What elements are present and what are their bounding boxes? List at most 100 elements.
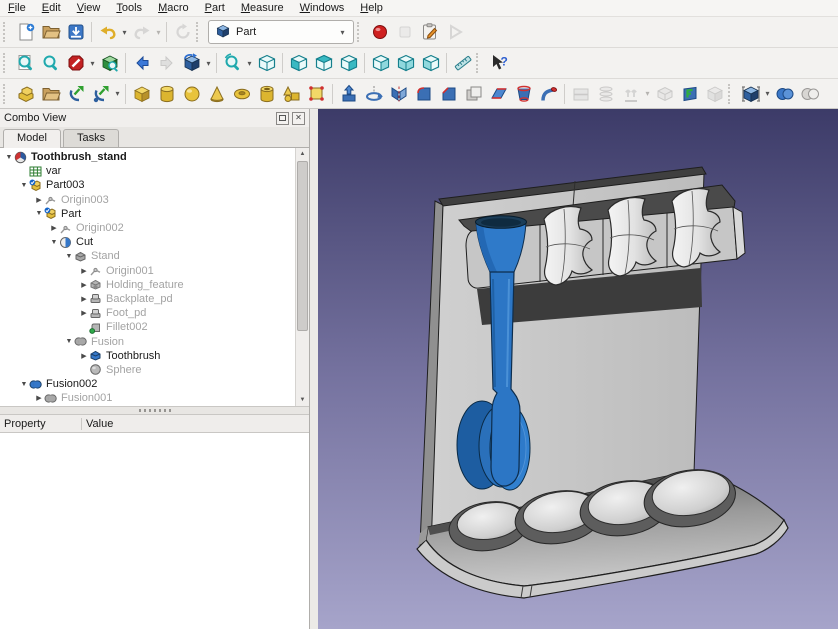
toolbar-drag-handle[interactable] [476,53,483,73]
menu-part[interactable]: Part [197,2,233,14]
view-left-button[interactable] [418,50,443,76]
prim-box-button[interactable] [129,81,154,107]
view-front-button[interactable] [286,50,311,76]
expander-icon[interactable]: ▼ [64,253,74,260]
toolbar-drag-handle[interactable] [196,22,203,42]
view-top-button[interactable] [311,50,336,76]
tree-item-part003[interactable]: ▼Part003 [0,178,296,192]
expander-icon[interactable]: ▶ [34,394,44,402]
chevron-down-icon[interactable]: ▾ [204,59,213,68]
chevron-down-icon[interactable]: ▾ [120,28,129,37]
tree-item-origin001[interactable]: ▶Origin001 [0,264,296,278]
boolean-cut-button[interactable] [797,81,822,107]
chevron-down-icon[interactable]: ▾ [88,59,97,68]
create-group-button[interactable] [38,81,63,107]
close-panel-button[interactable]: ✕ [292,112,305,125]
whats-this-button[interactable]: ? [486,50,511,76]
tree-item-backplate_pd[interactable]: ▶Backplate_pd [0,292,296,306]
panel-view-splitter[interactable] [310,109,318,629]
revolve-button[interactable] [361,81,386,107]
toolbar-drag-handle[interactable] [3,53,10,73]
expander-icon[interactable]: ▶ [79,295,89,303]
view-fit-selection-button[interactable] [38,50,63,76]
toolbar-drag-handle[interactable] [3,84,10,104]
tree-item-toothbrush[interactable]: ▶Toothbrush [0,349,296,363]
view-fit-all-button[interactable] [13,50,38,76]
property-column-header[interactable]: Property [0,418,82,430]
toolbar-drag-handle[interactable] [3,22,10,42]
nav-back-button[interactable] [129,50,154,76]
tree-item-fusion002[interactable]: ▼Fusion002 [0,377,296,391]
menu-view[interactable]: View [69,2,109,14]
tab-tasks[interactable]: Tasks [63,129,119,147]
menu-measure[interactable]: Measure [233,2,292,14]
3d-viewport[interactable] [318,109,838,629]
fillet-button[interactable] [411,81,436,107]
prim-sphere-button[interactable] [179,81,204,107]
prim-cylinder-button[interactable] [154,81,179,107]
view-right-button[interactable] [336,50,361,76]
undo-button[interactable] [95,19,120,45]
expander-icon[interactable]: ▼ [4,154,14,161]
float-panel-button[interactable] [276,112,289,125]
make-face-button[interactable] [461,81,486,107]
expander-icon[interactable]: ▶ [79,267,89,275]
ruled-surface-button[interactable] [486,81,511,107]
tree-item-stand[interactable]: ▼Stand [0,249,296,263]
view-zoom-button[interactable] [220,50,245,76]
tab-model[interactable]: Model [3,129,61,148]
tree-item-cut[interactable]: ▼Cut [0,235,296,249]
menu-file[interactable]: File [0,2,34,14]
chevron-down-icon[interactable]: ▾ [113,89,122,98]
expander-icon[interactable]: ▼ [19,381,29,388]
chevron-down-icon[interactable]: ▾ [245,59,254,68]
expander-icon[interactable]: ▶ [49,224,59,232]
project-on-surface-button[interactable] [677,81,702,107]
expander-icon[interactable]: ▶ [34,196,44,204]
scroll-up-icon[interactable]: ▲ [296,148,309,160]
box-selection-button[interactable] [97,50,122,76]
prim-tube-button[interactable] [254,81,279,107]
view-bottom-button[interactable] [393,50,418,76]
expander-icon[interactable]: ▶ [79,352,89,360]
shape-builder-button[interactable] [304,81,329,107]
expander-icon[interactable]: ▼ [19,182,29,189]
expander-icon[interactable]: ▼ [64,338,74,345]
menu-tools[interactable]: Tools [108,2,150,14]
loft-button[interactable] [511,81,536,107]
link-make-button[interactable] [63,81,88,107]
scrollbar-thumb[interactable] [297,161,308,331]
part-container-button[interactable] [13,81,38,107]
measure-button[interactable] [450,50,475,76]
tree-scrollbar[interactable]: ▲ ▼ [295,148,309,406]
tree-item-var[interactable]: var [0,164,296,178]
expander-icon[interactable]: ▶ [79,309,89,317]
toolbar-drag-handle[interactable] [357,22,364,42]
mirror-button[interactable] [386,81,411,107]
view-rear-button[interactable] [368,50,393,76]
menu-windows[interactable]: Windows [292,2,353,14]
view-home-button[interactable] [179,50,204,76]
chevron-down-icon[interactable]: ▾ [763,89,772,98]
tree-item-fusion001[interactable]: ▶Fusion001 [0,391,296,405]
save-button[interactable] [63,19,88,45]
menu-macro[interactable]: Macro [150,2,197,14]
view-axonometric-button[interactable] [254,50,279,76]
tree-item-origin002[interactable]: ▶Origin002 [0,221,296,235]
tree-item-sphere[interactable]: Sphere [0,363,296,377]
new-document-button[interactable] [13,19,38,45]
open-folder-button[interactable] [38,19,63,45]
sweep-button[interactable] [536,81,561,107]
tree-item-part[interactable]: ▼Part [0,207,296,221]
primitives-dialog-button[interactable] [279,81,304,107]
property-table-body[interactable] [0,433,309,629]
prim-torus-button[interactable] [229,81,254,107]
expander-icon[interactable]: ▶ [79,281,89,289]
menu-edit[interactable]: Edit [34,2,69,14]
prim-cone-button[interactable] [204,81,229,107]
scroll-down-icon[interactable]: ▼ [296,394,309,406]
boolean-button[interactable] [772,81,797,107]
macro-record-button[interactable] [367,19,392,45]
draw-style-button[interactable] [63,50,88,76]
panel-splitter[interactable] [0,407,309,415]
